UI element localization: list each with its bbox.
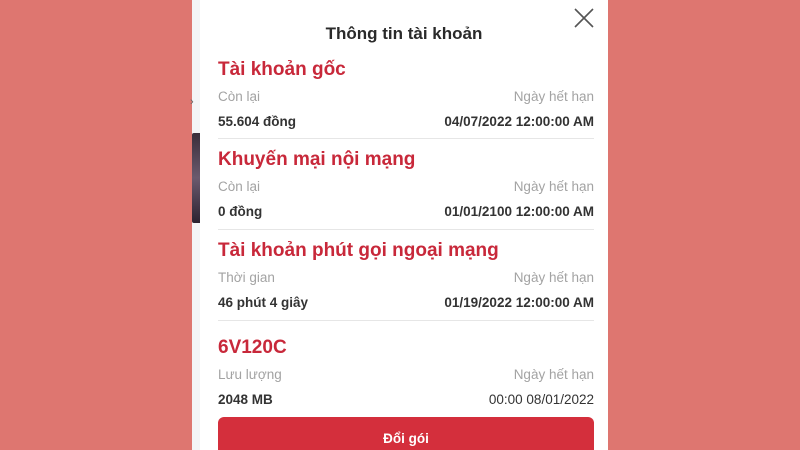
data-package-section: 6V120C Lưu lượng Ngày hết hạn 2048 MB 00…: [218, 335, 594, 408]
section-title: Khuyến mại nội mạng: [218, 149, 416, 170]
balance-value: 55.604 đồng: [218, 113, 297, 129]
change-package-button[interactable]: Đổi gói: [218, 417, 594, 450]
expiry-value: 04/07/2022 12:00:00 AM: [444, 113, 594, 129]
divider: [218, 320, 594, 321]
balance-value: 0 đồng: [218, 203, 263, 219]
expiry-value: 01/01/2100 12:00:00 AM: [444, 203, 594, 219]
account-section-promo-onnet: Khuyến mại nội mạng Còn lại Ngày hết hạn…: [218, 147, 594, 220]
account-info-modal: Thông tin tài khoản Tài khoản gốc Còn lạ…: [200, 0, 608, 450]
package-name: 6V120C: [218, 337, 287, 358]
background-thumbnail: [192, 133, 200, 223]
divider: [218, 229, 594, 230]
expiry-label: Ngày hết hạn: [513, 366, 594, 382]
modal-title: Thông tin tài khoản: [325, 24, 483, 43]
expiry-label: Ngày hết hạn: [513, 269, 594, 285]
time-label: Thời gian: [218, 269, 275, 285]
remaining-label: Còn lại: [218, 88, 261, 104]
close-icon: [574, 8, 594, 28]
divider: [218, 138, 594, 139]
side-arrow-icon: ›: [190, 96, 194, 108]
account-section-offnet-minutes: Tài khoản phút gọi ngoại mạng Thời gian …: [218, 238, 594, 311]
expiry-label: Ngày hết hạn: [513, 178, 594, 194]
expiry-value: 01/19/2022 12:00:00 AM: [444, 294, 594, 310]
data-volume-value: 2048 MB: [218, 391, 273, 407]
section-title: Tài khoản gốc: [218, 59, 346, 80]
expiry-value: 00:00 08/01/2022: [488, 391, 594, 407]
minutes-value: 46 phút 4 giây: [218, 294, 309, 310]
data-volume-label: Lưu lượng: [218, 366, 282, 382]
section-title: Tài khoản phút gọi ngoại mạng: [218, 240, 499, 261]
close-button[interactable]: [572, 6, 596, 30]
remaining-label: Còn lại: [218, 178, 261, 194]
expiry-label: Ngày hết hạn: [513, 88, 594, 104]
account-section-main: Tài khoản gốc Còn lại Ngày hết hạn 55.60…: [218, 57, 594, 130]
background-app-peek: ›: [190, 0, 200, 450]
